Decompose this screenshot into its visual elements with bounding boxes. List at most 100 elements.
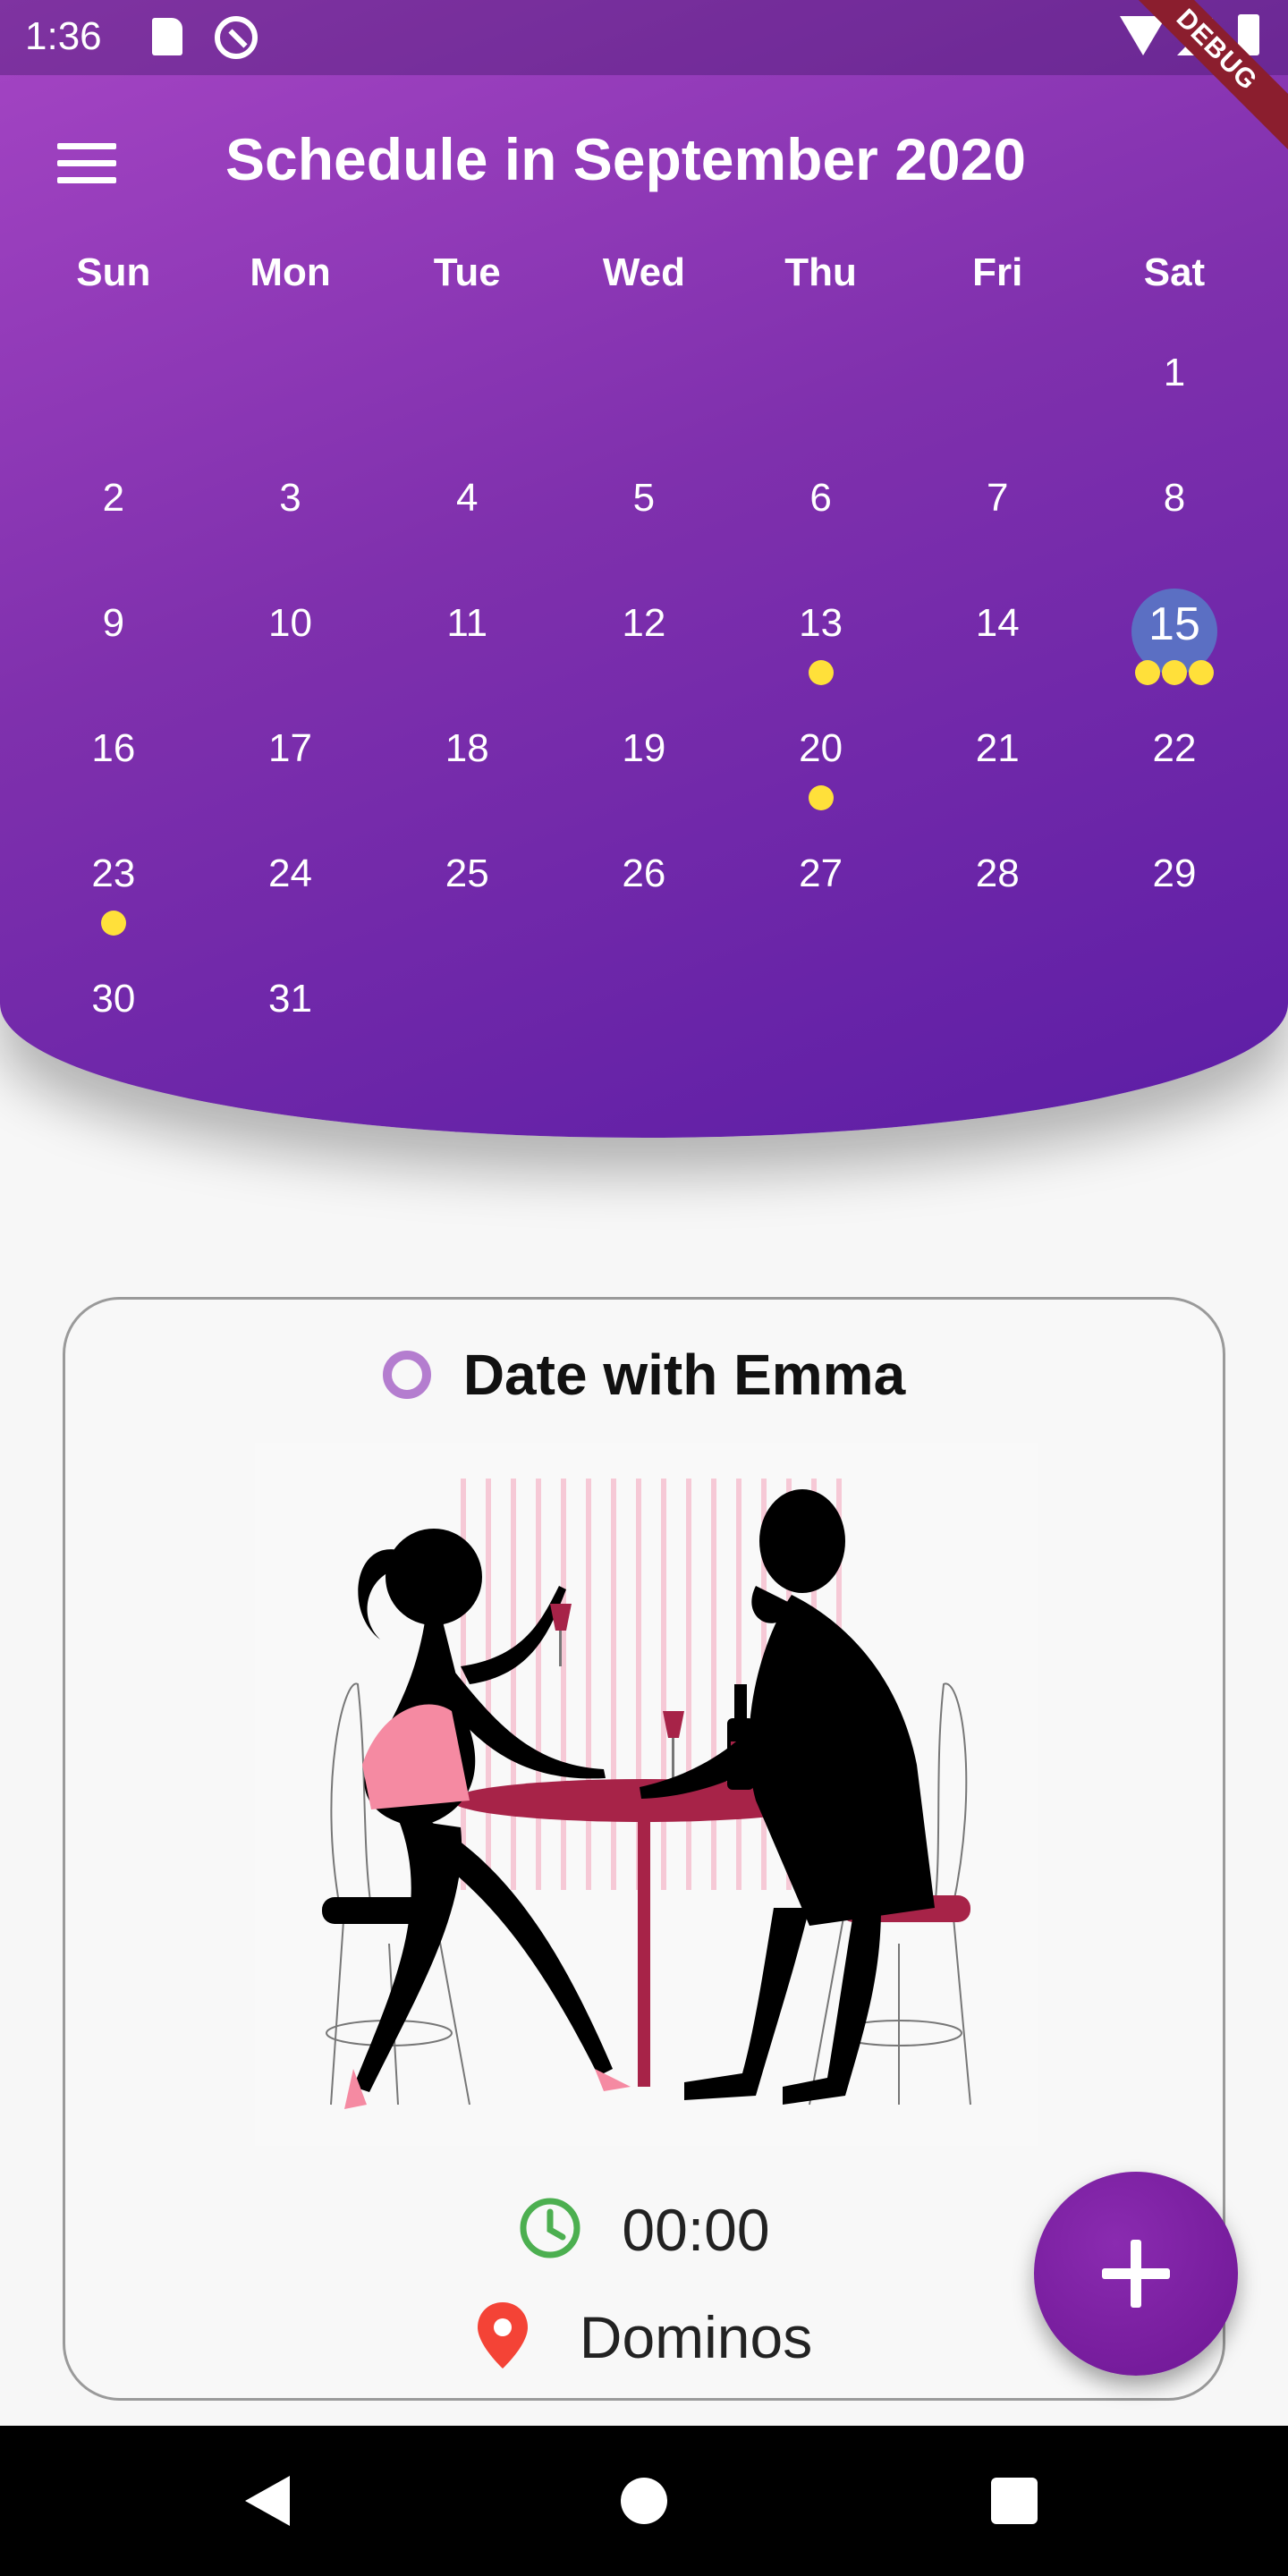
menu-icon[interactable] (57, 143, 116, 184)
calendar-day[interactable]: 4 (378, 456, 555, 581)
calendar-day[interactable]: 26 (555, 832, 733, 957)
calendar-day-number: 1 (1163, 351, 1186, 394)
calendar-empty-cell (25, 331, 202, 456)
status-time: 1:36 (25, 14, 102, 58)
calendar-day-number: 3 (279, 476, 301, 520)
add-event-button[interactable] (1034, 2172, 1238, 2376)
event-markers (733, 660, 910, 685)
event-marker-dot (100, 911, 126, 936)
calendar-empty-cell (202, 331, 379, 456)
calendar-day[interactable]: 16 (25, 707, 202, 832)
calendar-day[interactable]: 20 (733, 707, 910, 832)
weekday-label: Tue (433, 250, 501, 294)
calendar-day[interactable]: 7 (909, 456, 1086, 581)
home-icon[interactable] (621, 2478, 667, 2524)
calendar-day-number: 12 (622, 601, 666, 645)
calendar-day-number: 31 (268, 977, 312, 1021)
calendar-day[interactable]: 31 (202, 957, 379, 1082)
event-title-row: Date with Emma (65, 1339, 1223, 1411)
event-markers (733, 785, 910, 810)
calendar-day-number: 24 (268, 852, 312, 895)
event-marker-dot (1134, 660, 1160, 685)
weekday-label: Fri (972, 250, 1023, 294)
back-icon[interactable] (245, 2476, 290, 2526)
event-markers (25, 911, 202, 936)
calendar-day[interactable]: 10 (202, 581, 379, 707)
calendar-day[interactable]: 6 (733, 456, 910, 581)
calendar-day-number: 22 (1152, 726, 1197, 770)
calendar-day-number: 18 (445, 726, 489, 770)
calendar-day-number: 6 (809, 476, 832, 520)
calendar-day[interactable]: 17 (202, 707, 379, 832)
recent-apps-icon[interactable] (991, 2478, 1038, 2524)
calendar-day[interactable]: 24 (202, 832, 379, 957)
calendar-empty-cell (909, 331, 1086, 456)
calendar-day-number: 26 (622, 852, 666, 895)
calendar-day[interactable]: 5 (555, 456, 733, 581)
calendar-grid: 1 2 3 4 5 6 7 8 9 10 11 12 13 14 15 16 17 18 19 20 21 22 23 24 2… (25, 331, 1263, 1082)
calendar-empty-cell (733, 331, 910, 456)
calendar-day-number: 17 (268, 726, 312, 770)
calendar-day[interactable]: 1 (1086, 331, 1263, 456)
calendar-day-number: 10 (268, 601, 312, 645)
calendar-day-number: 15 (1148, 598, 1200, 650)
event-markers (1086, 660, 1263, 685)
calendar-day[interactable]: 9 (25, 581, 202, 707)
page-title: Schedule in September 2020 (225, 126, 1027, 192)
calendar-day-number: 9 (102, 601, 125, 645)
event-location: Dominos (579, 2304, 813, 2370)
location-pin-icon (476, 2301, 530, 2375)
calendar-day[interactable]: 3 (202, 456, 379, 581)
sync-icon (215, 16, 258, 59)
system-nav-bar (0, 2426, 1288, 2576)
calendar-day[interactable]: 8 (1086, 456, 1263, 581)
calendar-day-number: 28 (975, 852, 1020, 895)
calendar-day[interactable]: 14 (909, 581, 1086, 707)
calendar-day[interactable]: 2 (25, 456, 202, 581)
calendar-day[interactable]: 28 (909, 832, 1086, 957)
calendar-day[interactable]: 29 (1086, 832, 1263, 957)
calendar-day-selected[interactable]: 15 (1086, 581, 1263, 707)
event-time: 00:00 (622, 2197, 770, 2263)
event-marker-dot (808, 785, 834, 810)
event-title: Date with Emma (462, 1343, 906, 1407)
calendar-day-number: 29 (1152, 852, 1197, 895)
calendar-day-number: 5 (632, 476, 656, 520)
calendar-day-number: 27 (799, 852, 843, 895)
calendar-day[interactable]: 13 (733, 581, 910, 707)
calendar-day[interactable]: 30 (25, 957, 202, 1082)
calendar-day[interactable]: 18 (378, 707, 555, 832)
wifi-icon (1120, 16, 1166, 55)
event-status-icon (382, 1351, 431, 1399)
weekday-label: Sat (1143, 250, 1206, 294)
calendar-day[interactable]: 23 (25, 832, 202, 957)
calendar-day-number: 2 (102, 476, 125, 520)
weekday-label: Thu (784, 250, 857, 294)
calendar-day[interactable]: 19 (555, 707, 733, 832)
calendar-day-number: 21 (975, 726, 1020, 770)
calendar-day-number: 11 (446, 601, 488, 645)
weekday-label: Mon (250, 250, 331, 294)
status-bar: 1:36 (0, 0, 1288, 75)
calendar-day-number: 8 (1163, 476, 1186, 520)
calendar-day[interactable]: 12 (555, 581, 733, 707)
weekday-label: Sun (76, 250, 151, 294)
calendar-header: 1:36 DEBUG Schedule in September 2020 Su… (0, 0, 1288, 1138)
calendar-day[interactable]: 27 (733, 832, 910, 957)
dinner-date-illustration (255, 1443, 1038, 2146)
calendar-day[interactable]: 21 (909, 707, 1086, 832)
weekday-row: Sun Mon Tue Wed Thu Fri Sat (25, 250, 1263, 295)
calendar-day[interactable]: 22 (1086, 707, 1263, 832)
event-marker-dot (1161, 660, 1187, 685)
calendar-empty-cell (555, 331, 733, 456)
calendar-day-number: 16 (91, 726, 136, 770)
calendar-day-number: 25 (445, 852, 489, 895)
event-marker-dot (808, 660, 834, 685)
calendar-day-number: 30 (91, 977, 136, 1021)
calendar-day-number: 7 (987, 476, 1009, 520)
calendar-day[interactable]: 11 (378, 581, 555, 707)
event-marker-dot (1188, 660, 1214, 685)
calendar-day[interactable]: 25 (378, 832, 555, 957)
calendar-day-number: 13 (799, 601, 843, 645)
weekday-label: Wed (602, 250, 685, 294)
